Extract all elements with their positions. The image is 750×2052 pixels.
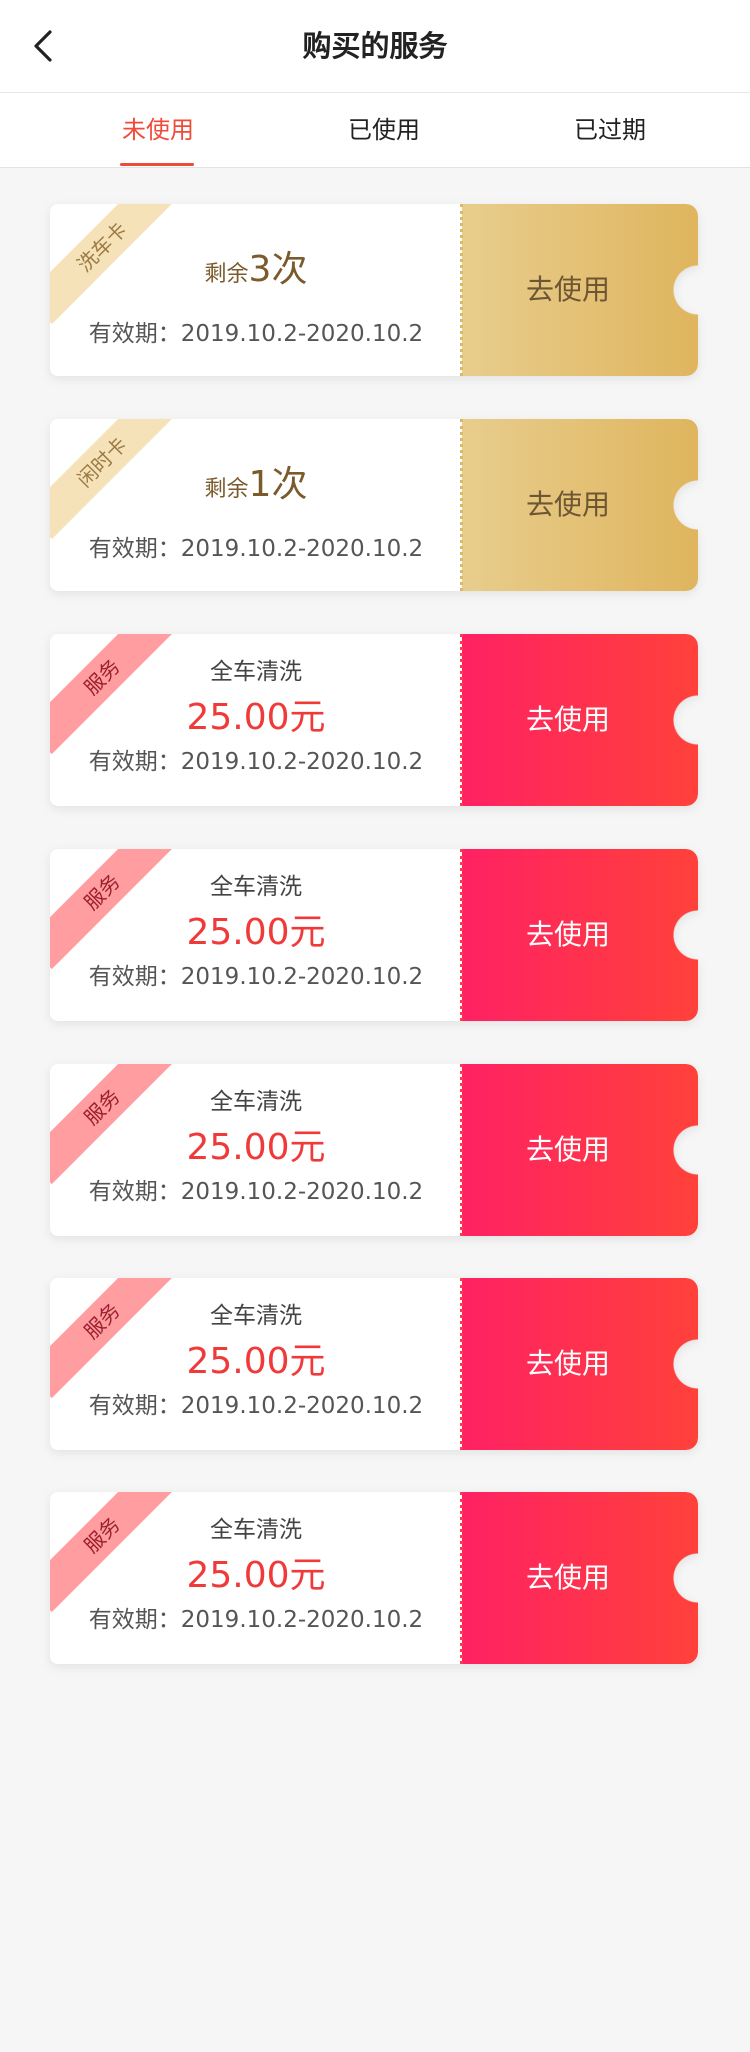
page-title: 购买的服务: [302, 29, 448, 63]
use-button[interactable]: 去使用: [462, 849, 698, 1021]
use-button[interactable]: 去使用: [462, 1492, 698, 1664]
validity-period: 有效期：2019.10.2-2020.10.2: [88, 1607, 424, 1633]
perforation-divider: [460, 849, 463, 1021]
remaining-label: 剩余: [204, 262, 249, 287]
use-button[interactable]: 去使用: [462, 1064, 698, 1236]
tab-used[interactable]: 已使用: [284, 93, 484, 167]
service-card: 服务 全车清洗 25.00元 有效期：2019.10.2-2020.10.2 去…: [50, 1064, 698, 1236]
use-button-label: 去使用: [525, 703, 610, 736]
card-info: 服务 全车清洗 25.00元 有效期：2019.10.2-2020.10.2: [50, 634, 462, 806]
use-button[interactable]: 去使用: [462, 1278, 698, 1450]
service-card: 服务 全车清洗 25.00元 有效期：2019.10.2-2020.10.2 去…: [50, 1278, 698, 1450]
validity-period: 有效期：2019.10.2-2020.10.2: [88, 1179, 424, 1205]
perforation-divider: [460, 204, 463, 376]
tab-expired[interactable]: 已过期: [510, 93, 710, 167]
service-card: 闲时卡 剩余1次 有效期：2019.10.2-2020.10.2 去使用: [50, 419, 698, 591]
remaining-count: 3次: [248, 249, 308, 290]
header-bar: 购买的服务: [0, 0, 750, 93]
service-name: 全车清洗: [210, 874, 302, 900]
service-price: 25.00元: [186, 1341, 326, 1382]
remaining-uses: 剩余3次: [50, 240, 462, 292]
tab-unused[interactable]: 未使用: [58, 93, 258, 167]
validity-period: 有效期：2019.10.2-2020.10.2: [88, 749, 424, 775]
card-info: 闲时卡 剩余1次 有效期：2019.10.2-2020.10.2: [50, 419, 462, 591]
card-info: 服务 全车清洗 25.00元 有效期：2019.10.2-2020.10.2: [50, 849, 462, 1021]
card-info: 洗车卡 剩余3次 有效期：2019.10.2-2020.10.2: [50, 204, 462, 376]
validity-period: 有效期：2019.10.2-2020.10.2: [88, 964, 424, 990]
service-card: 洗车卡 剩余3次 有效期：2019.10.2-2020.10.2 去使用: [50, 204, 698, 376]
perforation-divider: [460, 1278, 463, 1450]
service-price: 25.00元: [186, 912, 326, 953]
tab-bar: 未使用 已使用 已过期: [0, 93, 750, 168]
use-button-label: 去使用: [525, 1561, 610, 1594]
perforation-divider: [460, 634, 463, 806]
use-button[interactable]: 去使用: [462, 204, 698, 376]
use-button-label: 去使用: [525, 918, 610, 951]
service-name: 全车清洗: [210, 1089, 302, 1115]
perforation-divider: [460, 419, 463, 591]
service-card: 服务 全车清洗 25.00元 有效期：2019.10.2-2020.10.2 去…: [50, 634, 698, 806]
card-info: 服务 全车清洗 25.00元 有效期：2019.10.2-2020.10.2: [50, 1064, 462, 1236]
service-name: 全车清洗: [210, 659, 302, 685]
use-button-label: 去使用: [525, 488, 610, 521]
remaining-label: 剩余: [204, 477, 249, 502]
validity-period: 有效期：2019.10.2-2020.10.2: [88, 536, 424, 562]
validity-period: 有效期：2019.10.2-2020.10.2: [88, 321, 424, 347]
service-price: 25.00元: [186, 1127, 326, 1168]
remaining-uses: 剩余1次: [50, 455, 462, 507]
service-card: 服务 全车清洗 25.00元 有效期：2019.10.2-2020.10.2 去…: [50, 1492, 698, 1664]
validity-period: 有效期：2019.10.2-2020.10.2: [88, 1393, 424, 1419]
service-price: 25.00元: [186, 1555, 326, 1596]
card-info: 服务 全车清洗 25.00元 有效期：2019.10.2-2020.10.2: [50, 1278, 462, 1450]
use-button[interactable]: 去使用: [462, 419, 698, 591]
use-button[interactable]: 去使用: [462, 634, 698, 806]
active-tab-indicator: [120, 163, 194, 166]
remaining-count: 1次: [248, 464, 308, 505]
use-button-label: 去使用: [525, 273, 610, 306]
perforation-divider: [460, 1064, 463, 1236]
service-name: 全车清洗: [210, 1303, 302, 1329]
use-button-label: 去使用: [525, 1347, 610, 1380]
service-card: 服务 全车清洗 25.00元 有效期：2019.10.2-2020.10.2 去…: [50, 849, 698, 1021]
service-price: 25.00元: [186, 697, 326, 738]
perforation-divider: [460, 1492, 463, 1664]
service-name: 全车清洗: [210, 1517, 302, 1543]
use-button-label: 去使用: [525, 1133, 610, 1166]
card-info: 服务 全车清洗 25.00元 有效期：2019.10.2-2020.10.2: [50, 1492, 462, 1664]
